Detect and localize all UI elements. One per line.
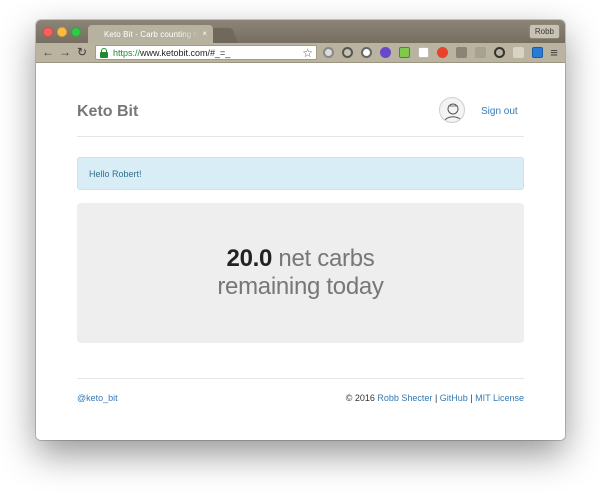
address-bar[interactable]: https://www.ketobit.com/#_=_ ☆ [95,45,317,60]
back-arrow-icon[interactable]: ← [42,45,54,60]
author-link[interactable]: Robb Shecter [377,393,432,403]
tab-keto-bit[interactable]: Keto Bit - Carb counting for × [88,25,213,43]
web-page: Keto Bit Sign out Hello Robert! 20.0 net… [36,64,565,440]
extension-page-icon[interactable] [418,47,429,58]
greeting-text: Hello Robert! [89,168,142,179]
forward-arrow-icon[interactable]: → [59,45,71,60]
profile-button[interactable]: Robb [528,24,560,39]
extension-search-icon[interactable] [494,47,505,58]
user-avatar [439,97,465,123]
twitter-handle-link[interactable]: @keto_bit [77,393,118,403]
minimize-window-button[interactable] [57,27,67,37]
zoom-window-button[interactable] [71,27,81,37]
carbs-jumbotron: 20.0 net carbs remaining today [77,203,524,343]
footer-divider [77,378,524,379]
header-divider [77,136,524,137]
extension-disc-icon[interactable] [323,47,334,58]
extension-purple-icon[interactable] [380,47,391,58]
sign-out-link[interactable]: Sign out [481,106,518,117]
extension-timer-icon[interactable] [342,47,353,58]
copyright-text: © 2016 [345,393,378,403]
reload-icon[interactable]: ↻ [76,45,88,60]
carbs-value: 20.0 [226,245,273,272]
extension-mail-icon[interactable] [456,47,467,58]
browser-toolbar: ← → ↻ https://www.ketobit.com/#_=_ ☆ ≡ [36,43,565,63]
greeting-alert: Hello Robert! [77,157,524,190]
brand-title[interactable]: Keto Bit [77,103,138,121]
url-text: https://www.ketobit.com/#_=_ [113,47,231,58]
extension-y-icon[interactable] [513,47,524,58]
close-window-button[interactable] [43,27,53,37]
tab-close-icon[interactable]: × [202,30,207,38]
footer-credits: © 2016 Robb Shecter | GitHub | MIT Licen… [346,393,524,403]
hamburger-menu-icon[interactable]: ≡ [548,45,560,60]
lock-icon [100,47,108,58]
footer-separator: | [432,393,440,403]
github-link[interactable]: GitHub [440,393,468,403]
carbs-line-1: 20.0 net carbs [227,245,375,273]
browser-window: Keto Bit - Carb counting for × Robb ← → … [36,20,565,440]
title-bar: Keto Bit - Carb counting for × Robb [36,20,565,43]
carbs-suffix: net carbs [272,245,375,272]
extension-sheet-icon[interactable] [399,47,410,58]
extension-r-icon[interactable] [532,47,543,58]
extension-info-icon[interactable] [361,47,372,58]
tab-title: Keto Bit - Carb counting for [104,29,200,39]
license-link[interactable]: MIT License [475,393,524,403]
extension-red-icon[interactable] [437,47,448,58]
bookmark-star-icon[interactable]: ☆ [302,47,313,59]
extension-puzzle-icon[interactable] [475,47,486,58]
carbs-line-2: remaining today [217,273,384,300]
